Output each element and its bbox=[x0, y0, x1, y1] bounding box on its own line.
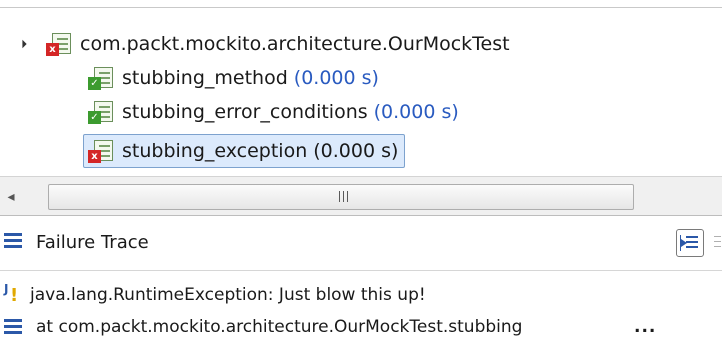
tree-row-test[interactable]: ✓ stubbing_error_conditions (0.000 s) bbox=[88, 96, 459, 128]
junit-test-error-icon: x bbox=[88, 139, 114, 163]
test-name: stubbing_error_conditions bbox=[122, 101, 368, 123]
scrollbar-grip-icon bbox=[339, 191, 348, 202]
failure-trace-list[interactable]: J! java.lang.RuntimeException: Just blow… bbox=[0, 272, 722, 362]
junit-failure-icon: J! bbox=[4, 282, 19, 306]
stack-trace-icon bbox=[4, 233, 22, 249]
junit-test-passed-icon: ✓ bbox=[88, 66, 114, 90]
filter-stack-trace-button[interactable] bbox=[676, 229, 704, 257]
trace-line-ellipsis: ... bbox=[634, 317, 657, 337]
trace-line-stack-frame[interactable]: at com.packt.mockito.architecture.OurMoc… bbox=[0, 312, 656, 342]
test-time: (0.000 s) bbox=[293, 67, 379, 89]
trace-line-text: at com.packt.mockito.architecture.OurMoc… bbox=[36, 317, 523, 337]
scrollbar-thumb[interactable] bbox=[48, 184, 634, 210]
tree-row-test[interactable]: ✓ stubbing_method (0.000 s) bbox=[88, 62, 379, 94]
failure-trace-header: Failure Trace bbox=[0, 217, 722, 271]
test-name: stubbing_exception bbox=[122, 140, 308, 162]
horizontal-scrollbar[interactable]: ◂ bbox=[0, 176, 722, 216]
test-name: stubbing_method bbox=[122, 67, 288, 89]
junit-test-passed-icon: ✓ bbox=[88, 100, 114, 124]
top-separator bbox=[0, 0, 722, 8]
scroll-left-arrow-icon[interactable]: ◂ bbox=[4, 189, 18, 205]
tree-row-suite[interactable]: x com.packt.mockito.architecture.OurMock… bbox=[14, 28, 510, 60]
compare-result-icon[interactable] bbox=[712, 233, 722, 253]
test-time: (0.000 s) bbox=[313, 140, 399, 162]
suite-label: com.packt.mockito.architecture.OurMockTe… bbox=[80, 33, 510, 55]
test-tree[interactable]: x com.packt.mockito.architecture.OurMock… bbox=[0, 8, 722, 176]
failure-trace-title: Failure Trace bbox=[36, 232, 149, 253]
trace-line-text: java.lang.RuntimeException: Just blow th… bbox=[30, 285, 426, 305]
junit-suite-error-icon: x bbox=[46, 32, 72, 56]
collapse-toggle-icon[interactable] bbox=[14, 37, 28, 51]
trace-line-exception[interactable]: J! java.lang.RuntimeException: Just blow… bbox=[0, 280, 426, 310]
stack-frame-icon bbox=[4, 319, 22, 335]
test-time: (0.000 s) bbox=[373, 101, 459, 123]
tree-row-test-selected[interactable]: x stubbing_exception (0.000 s) bbox=[83, 134, 406, 168]
